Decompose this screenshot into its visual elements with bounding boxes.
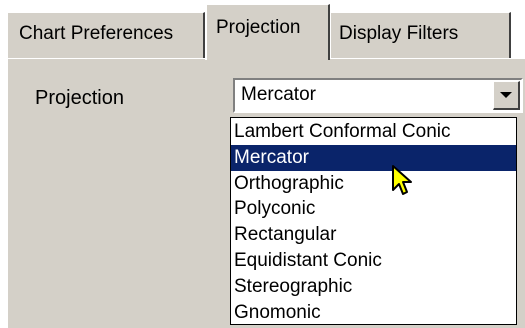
dropdown-option-orthographic[interactable]: Orthographic [231, 171, 516, 197]
dropdown-option-lambert-conformal-conic[interactable]: Lambert Conformal Conic [231, 119, 516, 145]
dropdown-button[interactable] [493, 81, 520, 110]
tab-label: Projection [216, 17, 301, 38]
projection-select[interactable]: Mercator [233, 78, 523, 113]
dropdown-option-stereographic[interactable]: Stereographic [231, 274, 516, 300]
projection-select-value: Mercator [241, 84, 316, 105]
arrow-pointer-icon [392, 165, 412, 195]
dropdown-option-equidistant-conic[interactable]: Equidistant Conic [231, 248, 516, 274]
tab-chart-preferences[interactable]: Chart Preferences [7, 12, 205, 58]
preferences-dialog: Chart Preferences Projection Display Fil… [0, 0, 525, 328]
tab-label: Chart Preferences [19, 23, 174, 44]
tab-label: Display Filters [339, 23, 459, 44]
dropdown-option-polyconic[interactable]: Polyconic [231, 196, 516, 222]
projection-label: Projection [35, 87, 124, 109]
dropdown-option-mercator[interactable]: Mercator [231, 144, 516, 171]
chevron-down-icon [500, 92, 512, 98]
projection-dropdown-list: Lambert Conformal Conic Mercator Orthogr… [230, 117, 517, 325]
tab-projection[interactable]: Projection [205, 4, 330, 60]
dropdown-option-gnomonic[interactable]: Gnomonic [231, 300, 516, 326]
tab-display-filters[interactable]: Display Filters [330, 12, 511, 58]
dropdown-option-rectangular[interactable]: Rectangular [231, 222, 516, 248]
tab-strip: Chart Preferences Projection Display Fil… [0, 0, 525, 60]
